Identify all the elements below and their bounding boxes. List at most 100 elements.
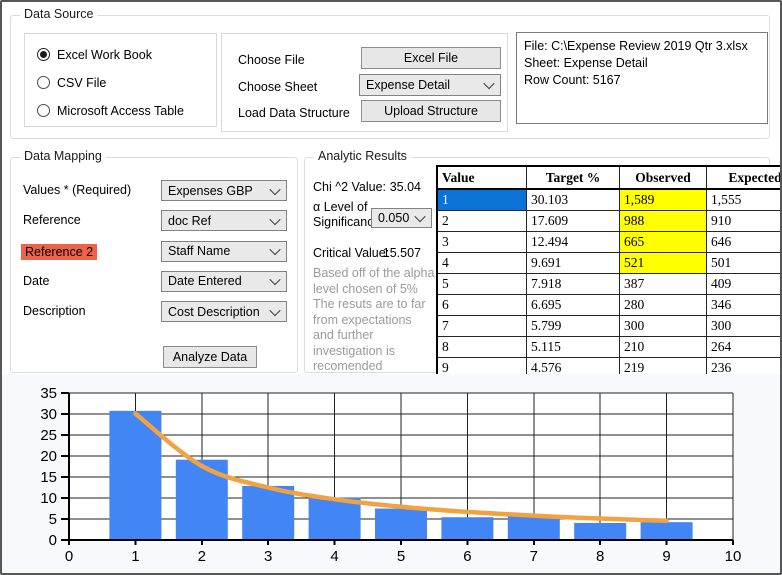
table-cell[interactable]: 300: [619, 315, 707, 337]
table-cell[interactable]: 210: [619, 336, 707, 358]
mapping-select-value: Cost Description: [168, 304, 260, 319]
chart-bar: [375, 508, 427, 540]
mapping-label-reference: Reference: [23, 213, 81, 228]
table-cell[interactable]: 1,589: [619, 188, 707, 211]
table-cell[interactable]: 4: [436, 252, 527, 274]
x-tick-label: 8: [596, 548, 604, 565]
choose-file-label: Choose File: [238, 53, 305, 67]
choose-sheet-label: Choose Sheet: [238, 80, 318, 94]
upload-structure-button[interactable]: Upload Structure: [361, 100, 501, 122]
mapping-select-value: doc Ref: [168, 213, 212, 228]
x-tick-label: 6: [463, 548, 471, 565]
table-row: 1 30.103 1,589 1,555: [436, 188, 780, 211]
sheet-select[interactable]: Expense Detail: [359, 74, 501, 96]
table-cell[interactable]: 409: [706, 273, 780, 295]
table-cell[interactable]: 1: [436, 188, 527, 211]
table-row: 3 12.494 665 646: [436, 231, 780, 253]
table-row: 8 5.115 210 264: [436, 336, 780, 358]
mapping-select-reference-2[interactable]: Staff Name: [161, 240, 287, 262]
chevron-down-icon: [269, 244, 281, 256]
data-source-group: Data Source Excel Work Book CSV File Micro…: [10, 7, 770, 139]
table-cell[interactable]: 646: [706, 231, 780, 253]
table-header-observed[interactable]: Observed: [619, 165, 707, 190]
table-cell[interactable]: 1,555: [706, 188, 780, 211]
table-cell[interactable]: 17.609: [526, 210, 620, 232]
mapping-select-value: Date Entered: [168, 274, 242, 289]
table-header-expected[interactable]: Expected: [706, 165, 780, 190]
mapping-select-values-required[interactable]: Expenses GBP: [161, 180, 287, 201]
table-cell[interactable]: 30.103: [526, 188, 620, 211]
chi-square-value: 35.04: [389, 180, 421, 194]
data-mapping-group: Data Mapping Analyze Data Values * (Requ…: [10, 149, 298, 373]
radio-button-icon: [37, 104, 50, 117]
table-cell[interactable]: 6.695: [526, 294, 620, 316]
app-window: Data Source Excel Work Book CSV File Micro…: [0, 0, 782, 575]
chart-area: 0 5 10 15 20 25 30 35 0 1 2 3 4 5 6 7 8 9 10: [2, 374, 780, 573]
y-tick-label: 20: [40, 448, 57, 465]
table-header-value[interactable]: Value: [436, 165, 527, 190]
analyze-data-button[interactable]: Analyze Data: [163, 346, 257, 368]
chevron-down-icon: [269, 274, 281, 286]
x-tick-label: 2: [198, 548, 206, 565]
file-info-rowcount: Row Count: 5167: [524, 73, 621, 87]
table-cell[interactable]: 280: [619, 294, 707, 316]
table-cell[interactable]: 12.494: [526, 231, 620, 253]
table-cell[interactable]: 910: [706, 210, 780, 232]
table-cell[interactable]: 988: [619, 210, 707, 232]
file-info-box: File: C:\Expense Review 2019 Qtr 3.xlsx …: [516, 32, 768, 124]
mapping-select-description[interactable]: Cost Description: [161, 301, 287, 323]
table-row: 6 6.695 280 346: [436, 294, 780, 316]
table-cell[interactable]: 5.799: [526, 315, 620, 337]
y-tick-label: 0: [49, 532, 57, 549]
table-cell[interactable]: 521: [619, 252, 707, 274]
table-cell[interactable]: 264: [706, 336, 780, 358]
table-row: 7 5.799 300 300: [436, 315, 780, 337]
results-table: Value Target % Observed Expected 1 30.103 1,58…: [436, 165, 780, 380]
radio-label: CSV File: [57, 75, 107, 90]
table-cell[interactable]: 5.115: [526, 336, 620, 358]
x-tick-label: 9: [662, 548, 670, 565]
data-mapping-group-title: Data Mapping: [20, 149, 106, 163]
file-controls-panel: Choose File Excel File Choose Sheet Expe…: [221, 33, 508, 132]
file-info-path: File: C:\Expense Review 2019 Qtr 3.xlsx: [524, 39, 748, 53]
table-row: 5 7.918 387 409: [436, 273, 780, 295]
table-header-target[interactable]: Target %: [526, 165, 620, 190]
radio-csv-file[interactable]: CSV File: [37, 75, 106, 90]
benford-chart: 0 5 10 15 20 25 30 35 0 1 2 3 4 5 6 7 8 9 10: [40, 385, 741, 565]
table-cell[interactable]: 3: [436, 231, 527, 253]
chevron-down-icon: [269, 183, 281, 195]
chevron-down-icon: [414, 210, 426, 223]
chevron-down-icon: [269, 304, 281, 316]
table-cell[interactable]: 5: [436, 273, 527, 295]
table-cell[interactable]: 387: [619, 273, 707, 295]
x-tick-label: 4: [330, 548, 338, 565]
table-cell[interactable]: 7: [436, 315, 527, 337]
mapping-label-values-required: Values * (Required): [23, 183, 132, 197]
mapping-select-date[interactable]: Date Entered: [161, 270, 287, 292]
y-tick-label: 15: [40, 469, 57, 486]
radio-excel-work-book[interactable]: Excel Work Book: [37, 47, 152, 62]
radio-button-icon: [37, 76, 50, 89]
table-cell[interactable]: 300: [706, 315, 780, 337]
table-row: 2 17.609 988 910: [436, 210, 780, 232]
alpha-significance-value: 0.050: [378, 211, 410, 225]
alpha-significance-select[interactable]: 0.050: [371, 208, 432, 228]
table-cell[interactable]: 8: [436, 336, 527, 358]
mapping-label-reference-2: Reference 2: [21, 243, 98, 260]
table-cell[interactable]: 501: [706, 252, 780, 274]
x-tick-label: 1: [131, 548, 139, 565]
data-source-type-panel: Excel Work Book CSV File Microsoft Access …: [24, 33, 217, 127]
chart-bar: [507, 515, 560, 540]
radio-microsoft-access-table[interactable]: Microsoft Access Table: [37, 103, 184, 118]
table-cell[interactable]: 665: [619, 231, 707, 253]
table-cell[interactable]: 7.918: [526, 273, 620, 295]
critical-value: 15.507: [382, 246, 421, 260]
radio-label: Microsoft Access Table: [57, 103, 184, 118]
excel-file-button[interactable]: Excel File: [361, 47, 501, 69]
table-cell[interactable]: 9.691: [526, 252, 620, 274]
table-row: 4 9.691 521 501: [436, 252, 780, 274]
mapping-select-reference[interactable]: doc Ref: [161, 210, 287, 232]
table-cell[interactable]: 6: [436, 294, 527, 316]
table-cell[interactable]: 346: [706, 294, 780, 316]
table-cell[interactable]: 2: [436, 210, 527, 232]
